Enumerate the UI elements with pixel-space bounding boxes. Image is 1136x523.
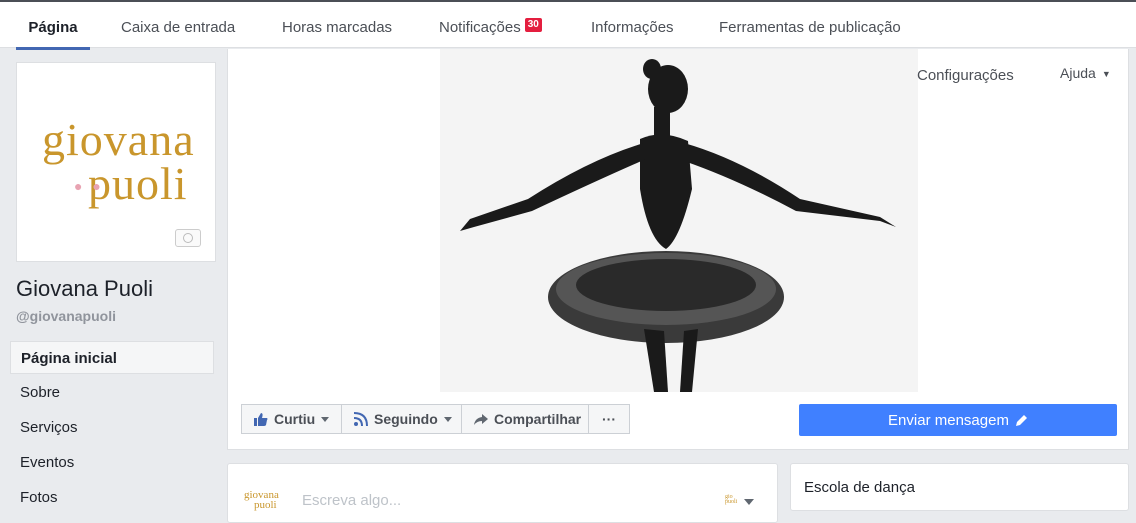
cover-card: Configurações Ajuda ▼ Curtiu Seguindo Co… (227, 49, 1129, 450)
follow-button[interactable]: Seguindo (342, 405, 462, 433)
page-tabs-bar: Página Caixa de entrada Horas marcadas N… (0, 0, 1136, 50)
page-name[interactable]: Giovana Puoli (16, 276, 153, 302)
help-label: Ajuda (1060, 65, 1096, 81)
page-handle[interactable]: @giovanapuoli (16, 308, 116, 324)
like-button[interactable]: Curtiu (242, 405, 342, 433)
rss-icon (354, 412, 368, 426)
page-category[interactable]: Escola de dança (804, 479, 915, 496)
send-message-button[interactable]: Enviar mensagem (799, 404, 1117, 436)
share-button[interactable]: Compartilhar (462, 405, 589, 433)
sidebar-item-pagina-inicial[interactable]: Página inicial (10, 341, 214, 374)
pencil-icon (1015, 414, 1027, 426)
tab-informacoes[interactable]: Informações (591, 2, 674, 48)
chevron-down-icon (321, 416, 330, 422)
sidebar-item-servicos[interactable]: Serviços (10, 411, 214, 444)
tab-caixa-de-entrada[interactable]: Caixa de entrada (121, 2, 235, 48)
tab-pagina[interactable]: Página (16, 2, 90, 50)
profile-picture[interactable]: giovana puoli ● ● (16, 62, 216, 262)
thumbs-up-icon (254, 413, 268, 426)
page-action-bar: Curtiu Seguindo Compartilhar ··· (241, 404, 630, 434)
write-something-input[interactable] (302, 492, 682, 509)
chevron-down-icon[interactable] (744, 499, 754, 505)
tab-ferramentas-de-publicacao[interactable]: Ferramentas de publicação (719, 2, 901, 48)
category-card: Escola de dança (790, 463, 1129, 511)
logo-line-1: giovana (42, 114, 195, 165)
follow-label: Seguindo (374, 411, 438, 427)
more-icon: ··· (602, 411, 616, 427)
cover-photo[interactable] (440, 49, 918, 392)
composer-avatar: giovana puoli (244, 490, 279, 511)
more-options-button[interactable]: ··· (589, 405, 629, 433)
chevron-down-icon (443, 416, 452, 422)
post-as-avatar-icon[interactable]: gio puoli (725, 494, 737, 505)
share-label: Compartilhar (494, 411, 582, 427)
tab-notificacoes-label: Notificações (439, 19, 521, 36)
post-composer: giovana puoli giopuoli (227, 463, 778, 523)
brand-logo: giovana puoli (42, 114, 195, 209)
caret-down-icon: ▼ (1101, 69, 1111, 80)
tab-notificacoes[interactable]: Notificações 30 (439, 2, 542, 48)
send-message-label: Enviar mensagem (888, 411, 1009, 429)
settings-link[interactable]: Configurações (917, 67, 1014, 84)
composer-avatar-line-2: puoli (254, 499, 277, 511)
share-arrow-icon (474, 414, 488, 425)
like-label: Curtiu (274, 411, 316, 427)
logo-dots: ● ● (74, 178, 104, 194)
ballerina-silhouette (440, 49, 918, 392)
notifications-badge: 30 (524, 18, 542, 32)
sidebar-item-sobre[interactable]: Sobre (10, 376, 214, 409)
logo-line-2: puoli (88, 158, 188, 209)
sidebar-item-eventos[interactable]: Eventos (10, 446, 214, 479)
camera-icon[interactable] (175, 229, 201, 247)
tab-horas-marcadas[interactable]: Horas marcadas (282, 2, 392, 48)
sidebar-item-fotos[interactable]: Fotos (10, 481, 214, 514)
help-menu[interactable]: Ajuda ▼ (1060, 65, 1111, 81)
